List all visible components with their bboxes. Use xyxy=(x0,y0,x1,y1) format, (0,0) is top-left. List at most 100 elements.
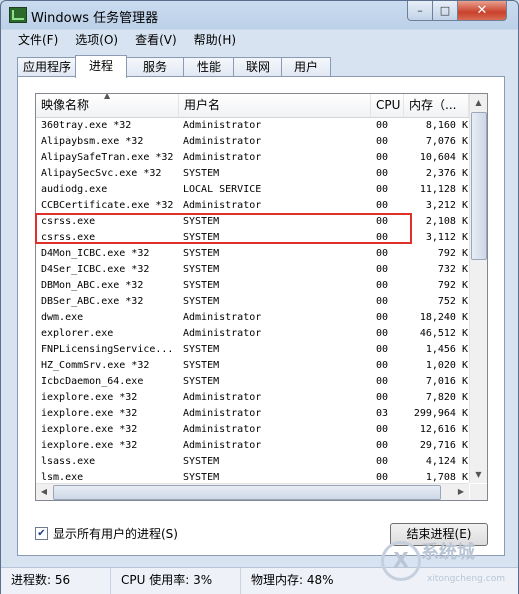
table-row[interactable]: AlipaySafeTran.exe *32 Administrator 00 10,… xyxy=(36,150,469,166)
minimize-button[interactable]: – xyxy=(407,1,433,21)
process-name-cell: 360tray.exe *32 xyxy=(41,120,132,131)
menu-file[interactable]: 文件(F) xyxy=(9,31,66,49)
horizontal-scroll-thumb[interactable] xyxy=(53,485,441,500)
table-row[interactable]: D4Ser_ICBC.exe *32 SYSTEM 00 732 K xyxy=(36,262,469,278)
table-row[interactable]: DBSer_ABC.exe *32 SYSTEM 00 752 K xyxy=(36,294,469,310)
cpu-cell: 00 xyxy=(376,296,389,307)
memory-cell: 2,376 K xyxy=(425,168,468,179)
tab-processes[interactable]: 进程 xyxy=(75,55,127,78)
show-all-users-checkbox[interactable]: ✔ xyxy=(35,527,48,540)
table-row[interactable]: audiodg.exe LOCAL SERVICE 00 11,128 K xyxy=(36,182,469,198)
cpu-cell: 00 xyxy=(376,184,389,195)
process-name-cell: DBSer_ABC.exe *32 xyxy=(41,296,144,307)
scroll-up-icon[interactable]: ▲ xyxy=(470,94,487,111)
memory-cell: 3,112 K xyxy=(425,232,468,243)
show-all-users-option[interactable]: ✔ 显示所有用户的进程(S) xyxy=(35,525,178,542)
table-row[interactable]: dwm.exe Administrator 00 18,240 K xyxy=(36,310,469,326)
user-name-cell: SYSTEM xyxy=(183,264,220,275)
column-cpu[interactable]: CPU xyxy=(371,94,404,117)
cpu-cell: 00 xyxy=(376,392,389,403)
user-name-cell: SYSTEM xyxy=(183,168,220,179)
memory-cell: 29,716 K xyxy=(419,440,468,451)
user-name-cell: SYSTEM xyxy=(183,456,220,467)
user-name-cell: Administrator xyxy=(183,440,262,451)
memory-cell: 7,016 K xyxy=(425,376,468,387)
vertical-scrollbar[interactable]: ▲ ▼ xyxy=(469,94,487,483)
memory-cell: 7,820 K xyxy=(425,392,468,403)
cpu-cell: 00 xyxy=(376,312,389,323)
table-row[interactable]: iexplore.exe *32 Administrator 00 12,616 K xyxy=(36,422,469,438)
maximize-button[interactable]: □ xyxy=(432,1,458,21)
horizontal-scrollbar[interactable]: ◀ ▶ xyxy=(36,483,469,500)
process-name-cell: iexplore.exe *32 xyxy=(41,408,138,419)
table-row[interactable]: HZ_CommSrv.exe *32 SYSTEM 00 1,020 K xyxy=(36,358,469,374)
column-memory[interactable]: 内存（... xyxy=(404,94,469,117)
menu-options[interactable]: 选项(O) xyxy=(66,31,126,49)
process-name-cell: iexplore.exe *32 xyxy=(41,424,138,435)
table-row[interactable]: iexplore.exe *32 Administrator 03 299,964 K xyxy=(36,406,469,422)
cpu-cell: 00 xyxy=(376,264,389,275)
cpu-cell: 00 xyxy=(376,344,389,355)
table-row[interactable]: D4Mon_ICBC.exe *32 SYSTEM 00 792 K xyxy=(36,246,469,262)
memory-cell: 1,456 K xyxy=(425,344,468,355)
vertical-scroll-thumb[interactable] xyxy=(471,112,487,260)
table-row[interactable]: CCBCertificate.exe *32 Administrator 00 3,2… xyxy=(36,198,469,214)
table-row[interactable]: explorer.exe Administrator 00 46,512 K xyxy=(36,326,469,342)
menu-view[interactable]: 查看(V) xyxy=(126,31,185,49)
window-title: Windows 任务管理器 xyxy=(31,11,159,26)
table-row[interactable]: Alipaybsm.exe *32 Administrator 00 7,076 K xyxy=(36,134,469,150)
user-name-cell: Administrator xyxy=(183,424,262,435)
table-row[interactable]: DBMon_ABC.exe *32 SYSTEM 00 792 K xyxy=(36,278,469,294)
table-row[interactable]: iexplore.exe *32 Administrator 00 29,716 K xyxy=(36,438,469,454)
process-rows: 360tray.exe *32 Administrator 00 8,160 K Ali… xyxy=(36,118,469,500)
user-name-cell: SYSTEM xyxy=(183,376,220,387)
cpu-cell: 00 xyxy=(376,200,389,211)
scroll-left-icon[interactable]: ◀ xyxy=(36,484,52,500)
memory-cell: 2,108 K xyxy=(425,216,468,227)
column-image-name[interactable]: ▲ 映像名称 xyxy=(36,94,179,117)
table-row[interactable]: 360tray.exe *32 Administrator 00 8,160 K xyxy=(36,118,469,134)
tab-services[interactable]: 服务 xyxy=(125,57,185,77)
process-name-cell: AlipaySafeTran.exe *32 xyxy=(41,152,174,163)
title-bar[interactable]: Windows 任务管理器 – □ ✕ xyxy=(1,1,518,29)
tab-users[interactable]: 用户 xyxy=(281,57,331,77)
watermark-url: xitongcheng.com xyxy=(427,574,505,584)
user-name-cell: Administrator xyxy=(183,328,262,339)
memory-cell: 792 K xyxy=(437,248,468,259)
table-row[interactable]: lsass.exe SYSTEM 00 4,124 K xyxy=(36,454,469,470)
memory-cell: 8,160 K xyxy=(425,120,468,131)
memory-cell: 11,128 K xyxy=(419,184,468,195)
status-cpu-usage: CPU 使用率: 3% xyxy=(111,568,241,594)
process-name-cell: dwm.exe xyxy=(41,312,84,323)
process-name-cell: audiodg.exe xyxy=(41,184,108,195)
process-list[interactable]: ▲ 映像名称 用户名 CPU 内存（... 360tray.exe *32 Adm… xyxy=(35,93,488,501)
cpu-cell: 00 xyxy=(376,360,389,371)
task-manager-icon xyxy=(9,7,27,23)
cpu-cell: 00 xyxy=(376,136,389,147)
tab-networking[interactable]: 联网 xyxy=(233,57,283,77)
cpu-cell: 00 xyxy=(376,280,389,291)
scroll-down-icon[interactable]: ▼ xyxy=(470,466,487,483)
column-user-name[interactable]: 用户名 xyxy=(179,94,371,117)
close-button[interactable]: ✕ xyxy=(457,1,507,21)
scroll-right-icon[interactable]: ▶ xyxy=(453,484,469,500)
memory-cell: 299,964 K xyxy=(413,408,468,419)
table-row[interactable]: FNPLicensingService... SYSTEM 00 1,456 K xyxy=(36,342,469,358)
menu-help[interactable]: 帮助(H) xyxy=(185,31,244,49)
tab-applications[interactable]: 应用程序 xyxy=(17,57,77,77)
memory-cell: 12,616 K xyxy=(419,424,468,435)
table-row[interactable]: iexplore.exe *32 Administrator 00 7,820 K xyxy=(36,390,469,406)
memory-cell: 792 K xyxy=(437,280,468,291)
user-name-cell: Administrator xyxy=(183,200,262,211)
process-name-cell: HZ_CommSrv.exe *32 xyxy=(41,360,150,371)
task-manager-window: Windows 任务管理器 – □ ✕ 文件(F) 选项(O) 查看(V) 帮助… xyxy=(0,0,519,594)
process-name-cell: lsass.exe xyxy=(41,456,96,467)
memory-cell: 732 K xyxy=(437,264,468,275)
tab-performance[interactable]: 性能 xyxy=(183,57,235,77)
sort-ascending-icon: ▲ xyxy=(104,93,111,100)
watermark: X 系统城 xitongcheng.com xyxy=(381,533,517,593)
table-row[interactable]: IcbcDaemon_64.exe SYSTEM 00 7,016 K xyxy=(36,374,469,390)
cpu-cell: 00 xyxy=(376,424,389,435)
table-row[interactable]: AlipaySecSvc.exe *32 SYSTEM 00 2,376 K xyxy=(36,166,469,182)
cpu-cell: 00 xyxy=(376,152,389,163)
